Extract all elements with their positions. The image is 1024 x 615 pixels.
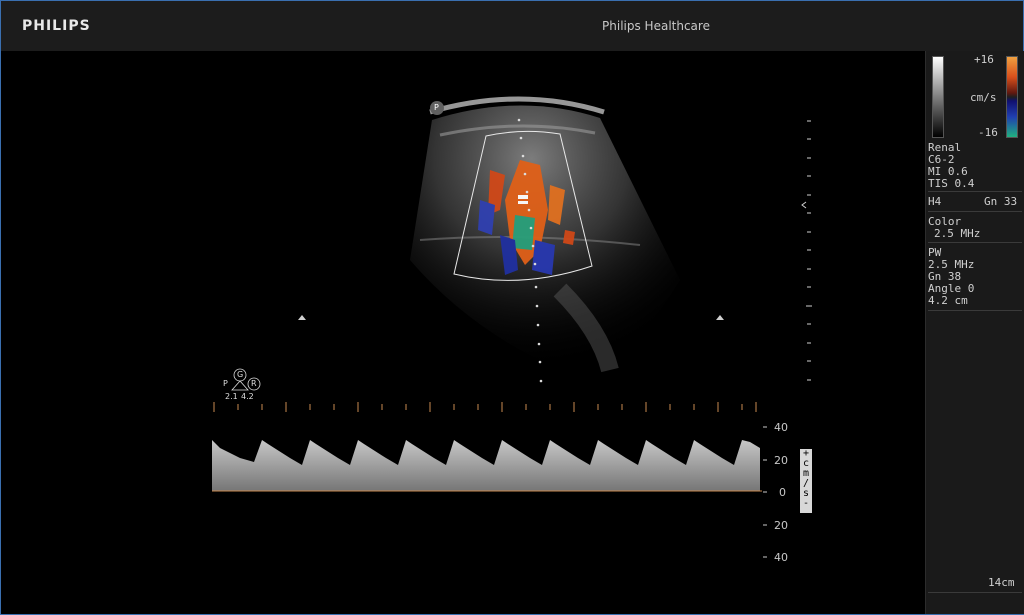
- color-scale-max: +16: [974, 53, 994, 66]
- gate-g-label: G: [237, 370, 244, 379]
- tis-value: TIS 0.4: [928, 177, 975, 190]
- color-scale-unit: cm/s: [970, 91, 997, 104]
- info-panel: +16 cm/s -16 Renal C6-2 MI 0.6 TIS 0.4 H…: [925, 51, 1024, 614]
- velocity-label-0: 0: [779, 486, 786, 499]
- harmonic-mode: H4: [928, 195, 942, 208]
- color-frequency: 2.5 MHz: [934, 227, 981, 240]
- time-axis-ticks: [213, 402, 757, 412]
- velocity-label-20-bottom: 20: [774, 519, 788, 532]
- gate-right-value: 4.2: [241, 392, 254, 401]
- velocity-label-20-top: 20: [774, 454, 788, 467]
- doppler-spectrum: [212, 440, 760, 491]
- focus-marker-icon[interactable]: [801, 201, 807, 209]
- probe-marker-label: P: [434, 103, 439, 112]
- velocity-scale-ticks: [763, 426, 767, 558]
- depth-ticks: [806, 120, 812, 381]
- velocity-label-40-bottom: 40: [774, 551, 788, 564]
- grayscale-map-bar: [932, 56, 944, 138]
- gate-left-value: 2.1: [225, 392, 238, 401]
- unit-minus: -: [802, 498, 810, 509]
- velocity-label-40-top: 40: [774, 421, 788, 434]
- b-mode-sector: [410, 96, 680, 373]
- velocity-unit-box: + c m / s -: [800, 449, 812, 513]
- gate-p-label: P: [223, 379, 228, 388]
- pw-gate-depth: 4.2 cm: [928, 294, 968, 307]
- left-triangle-marker: [298, 315, 306, 320]
- color-scale-min: -16: [978, 126, 998, 139]
- right-triangle-marker: [716, 315, 724, 320]
- gate-r-label: R: [251, 379, 257, 388]
- color-velocity-map-bar: [1006, 56, 1018, 138]
- image-depth: 14cm: [988, 576, 1015, 589]
- b-mode-gain: Gn 33: [984, 195, 1018, 208]
